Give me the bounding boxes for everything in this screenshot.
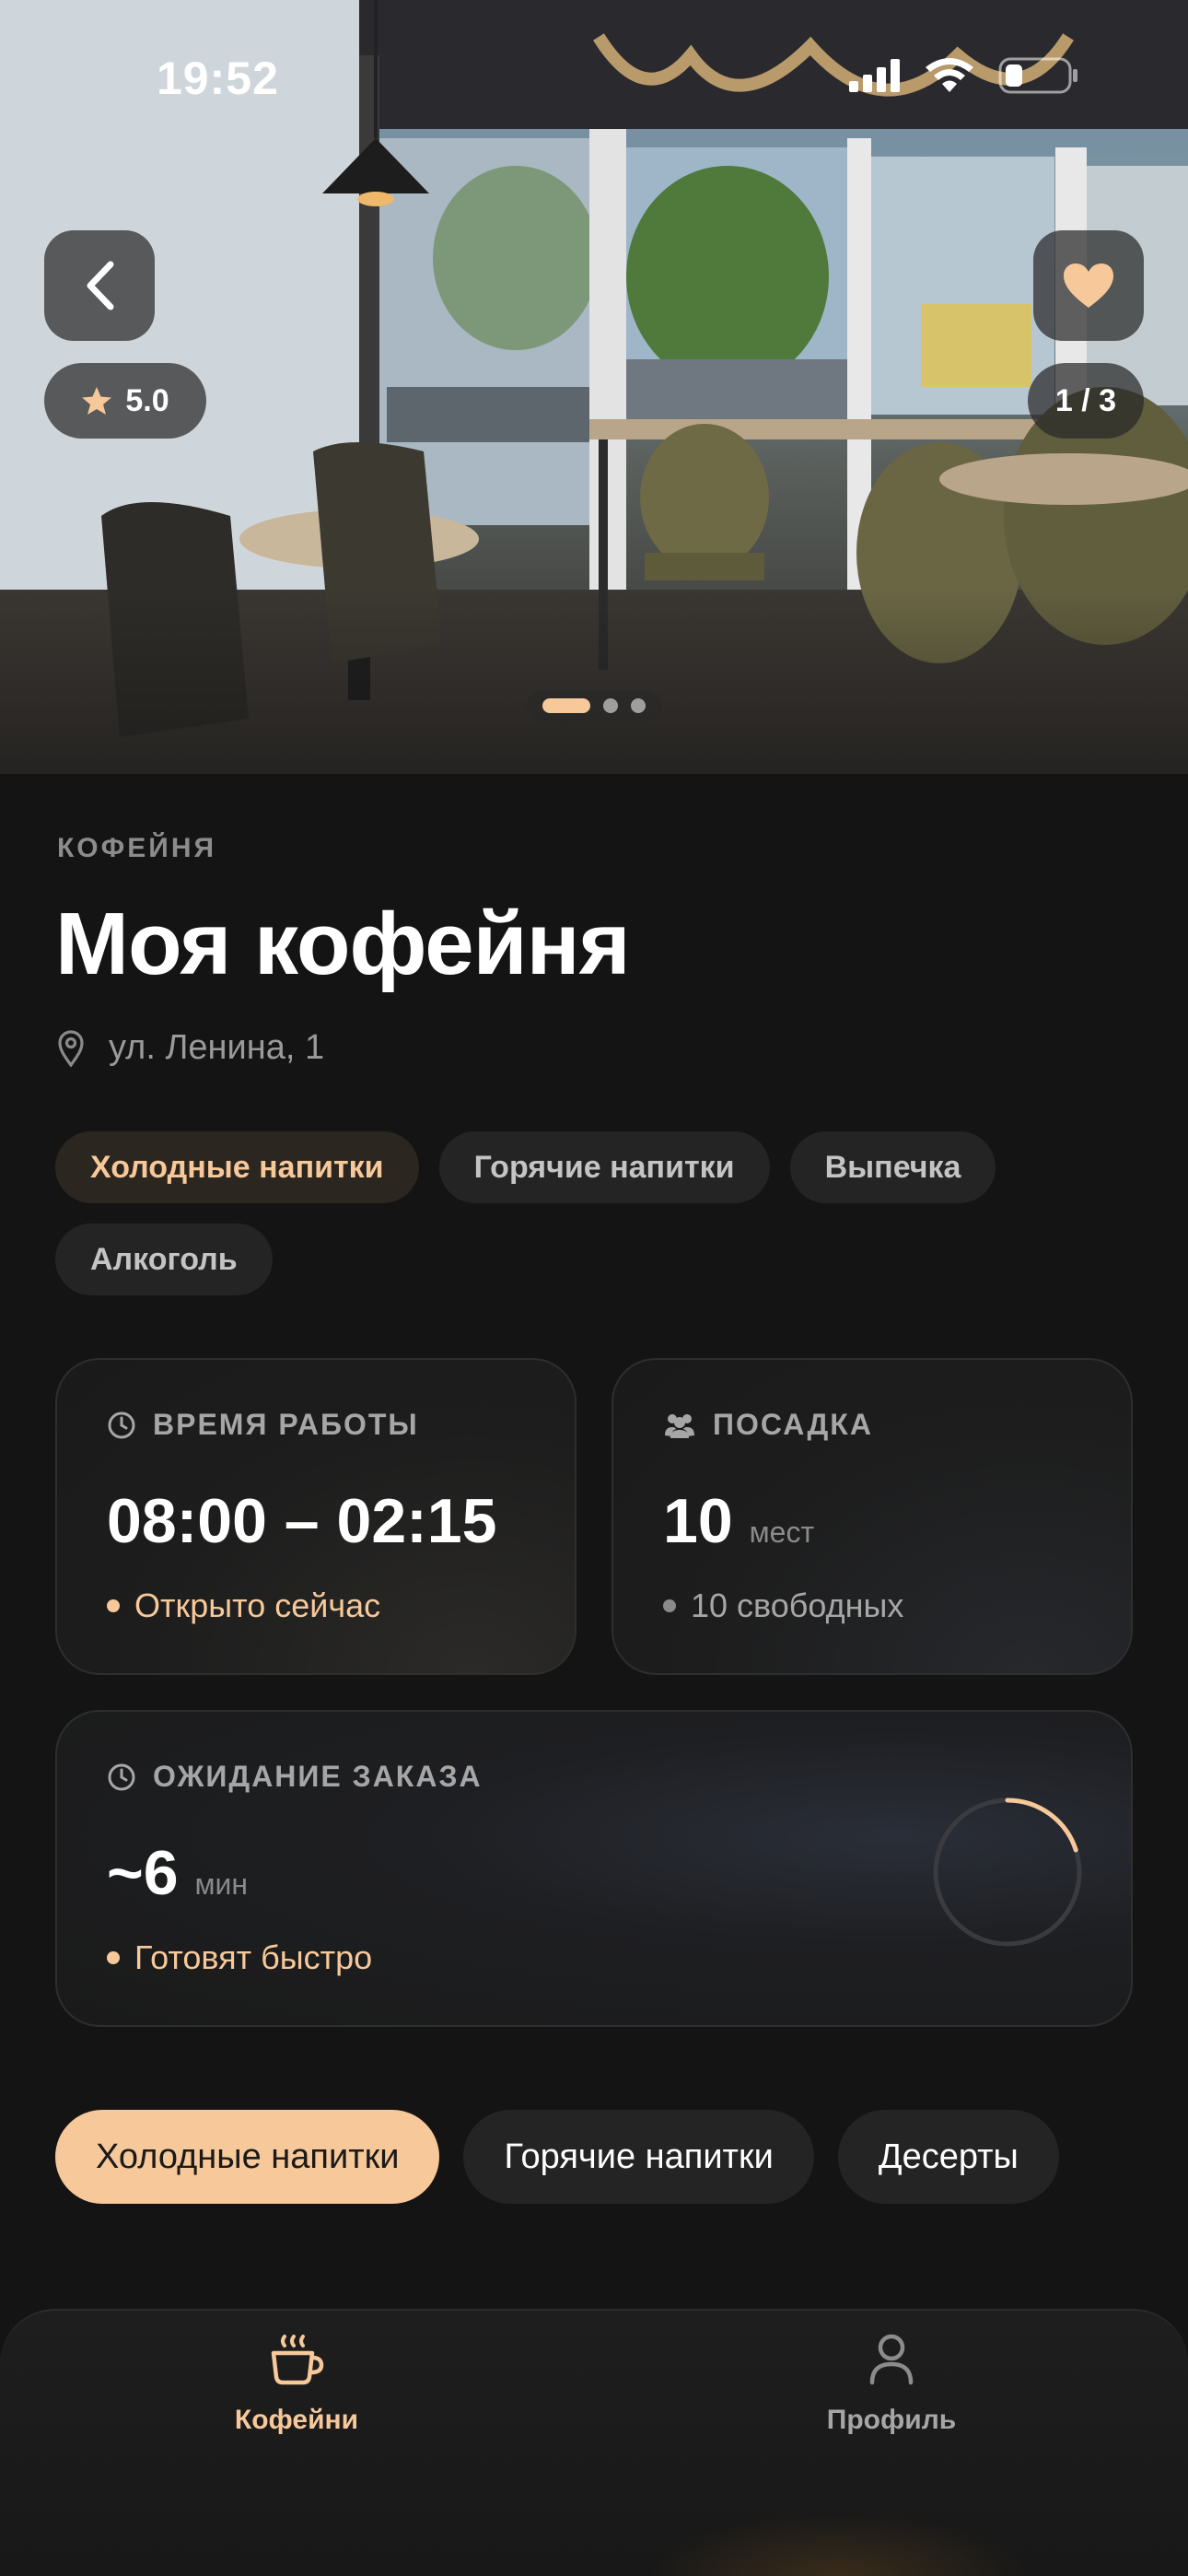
cellular-signal-icon <box>849 59 900 92</box>
carousel-dot[interactable] <box>631 698 646 713</box>
tag-label: Холодные напитки <box>90 1149 384 1185</box>
battery-icon <box>998 57 1077 94</box>
status-dot <box>663 1599 676 1612</box>
people-icon <box>665 1413 694 1438</box>
status-dot <box>107 1951 120 1964</box>
seating-card: ПОСАДКА 10 мест 10 свободных <box>611 1358 1133 1675</box>
photo-counter: 1 / 3 <box>1028 363 1144 439</box>
hero-gradient-overlay <box>0 590 1188 774</box>
card-heading: ОЖИДАНИЕ ЗАКАЗА <box>107 1760 483 1794</box>
status-time: 19:52 <box>157 53 279 104</box>
open-status-text: Открыто сейчас <box>134 1587 381 1624</box>
opening-hours-card: ВРЕМЯ РАБОТЫ 08:00 – 02:15 Открыто сейча… <box>55 1358 577 1675</box>
carousel-dot[interactable] <box>542 698 590 713</box>
nav-item-profile[interactable]: Профиль <box>781 2333 1002 2436</box>
carousel-dot[interactable] <box>603 698 618 713</box>
place-tags: Холодные напитки Горячие напитки Выпечка… <box>55 1131 1142 1295</box>
free-seats-status: 10 свободных <box>663 1587 903 1625</box>
nav-label: Кофейни <box>234 2405 359 2435</box>
star-icon <box>82 387 112 415</box>
hours-value: 08:00 – 02:15 <box>107 1486 497 1556</box>
wait-value: ~6 <box>107 1838 179 1908</box>
tag-label: Алкоголь <box>90 1241 238 1277</box>
address-text: ул. Ленина, 1 <box>109 1028 325 1067</box>
tab-label: Десерты <box>878 2137 1019 2176</box>
wait-progress-ring <box>933 1797 1082 1947</box>
wait-unit: мин <box>194 1868 249 1901</box>
wait-status-text: Готовят быстро <box>134 1938 373 1976</box>
hours-heading: ВРЕМЯ РАБОТЫ <box>153 1408 419 1441</box>
card-heading: ПОСАДКА <box>663 1408 873 1442</box>
tab-desserts[interactable]: Десерты <box>837 2110 1059 2204</box>
tag-bakery[interactable]: Выпечка <box>789 1131 996 1203</box>
menu-category-tabs: Холодные напитки Горячие напитки Десерты <box>55 2110 1059 2204</box>
seats-value-row: 10 мест <box>663 1485 814 1557</box>
free-seats-text: 10 свободных <box>691 1587 904 1624</box>
wait-status: Готовят быстро <box>107 1938 372 1977</box>
wifi-icon <box>926 58 973 92</box>
tab-cold-drinks[interactable]: Холодные напитки <box>55 2110 440 2204</box>
heart-icon <box>1064 263 1113 308</box>
favorite-button[interactable] <box>1033 230 1144 341</box>
coffee-cup-icon <box>271 2335 324 2385</box>
carousel-pagination <box>527 691 661 720</box>
seats-value: 10 <box>663 1486 733 1556</box>
tag-label: Выпечка <box>824 1149 961 1185</box>
back-button[interactable] <box>44 230 155 341</box>
bottom-tab-bar: Кофейни Профиль <box>0 2309 1188 2576</box>
place-title: Моя кофейня <box>55 895 631 993</box>
hero-photo-carousel[interactable]: 19:52 5.0 1 / 3 <box>0 0 1188 774</box>
rating-value: 5.0 <box>125 382 169 418</box>
tag-hot-drinks[interactable]: Горячие напитки <box>438 1131 770 1203</box>
nav-item-coffee-shops[interactable]: Кофейни <box>186 2333 407 2436</box>
hours-value-row: 08:00 – 02:15 <box>107 1485 496 1557</box>
wait-value-row: ~6 мин <box>107 1837 248 1909</box>
tag-cold-drinks[interactable]: Холодные напитки <box>55 1131 419 1203</box>
rating-badge: 5.0 <box>44 363 206 439</box>
wait-heading: ОЖИДАНИЕ ЗАКАЗА <box>153 1760 483 1793</box>
location-pin-icon <box>58 1029 84 1067</box>
seats-heading: ПОСАДКА <box>713 1408 873 1441</box>
person-icon <box>869 2334 914 2385</box>
tab-label: Горячие напитки <box>504 2137 774 2176</box>
status-bar: 19:52 <box>0 0 1188 147</box>
nav-glow <box>645 2513 1031 2576</box>
tag-alcohol[interactable]: Алкоголь <box>55 1224 273 1295</box>
nav-label: Профиль <box>826 2405 957 2435</box>
tab-label: Холодные напитки <box>96 2137 400 2176</box>
seats-unit: мест <box>749 1516 815 1549</box>
tab-hot-drinks[interactable]: Горячие напитки <box>463 2110 814 2204</box>
open-status: Открыто сейчас <box>107 1587 380 1625</box>
card-heading: ВРЕМЯ РАБОТЫ <box>107 1408 419 1442</box>
place-category: КОФЕЙНЯ <box>57 833 217 863</box>
tag-label: Горячие напитки <box>473 1149 735 1185</box>
clock-icon <box>108 1763 135 1790</box>
photo-counter-text: 1 / 3 <box>1054 382 1117 418</box>
chevron-left-icon <box>87 261 114 310</box>
place-details: КОФЕЙНЯ Моя кофейня ул. Ленина, 1 Холодн… <box>0 774 1188 2576</box>
clock-icon <box>108 1411 135 1438</box>
order-wait-card: ОЖИДАНИЕ ЗАКАЗА ~6 мин Готовят быстро <box>55 1710 1133 2027</box>
status-icons <box>849 57 1079 94</box>
status-dot <box>107 1599 120 1612</box>
place-address[interactable]: ул. Ленина, 1 <box>57 1028 324 1068</box>
